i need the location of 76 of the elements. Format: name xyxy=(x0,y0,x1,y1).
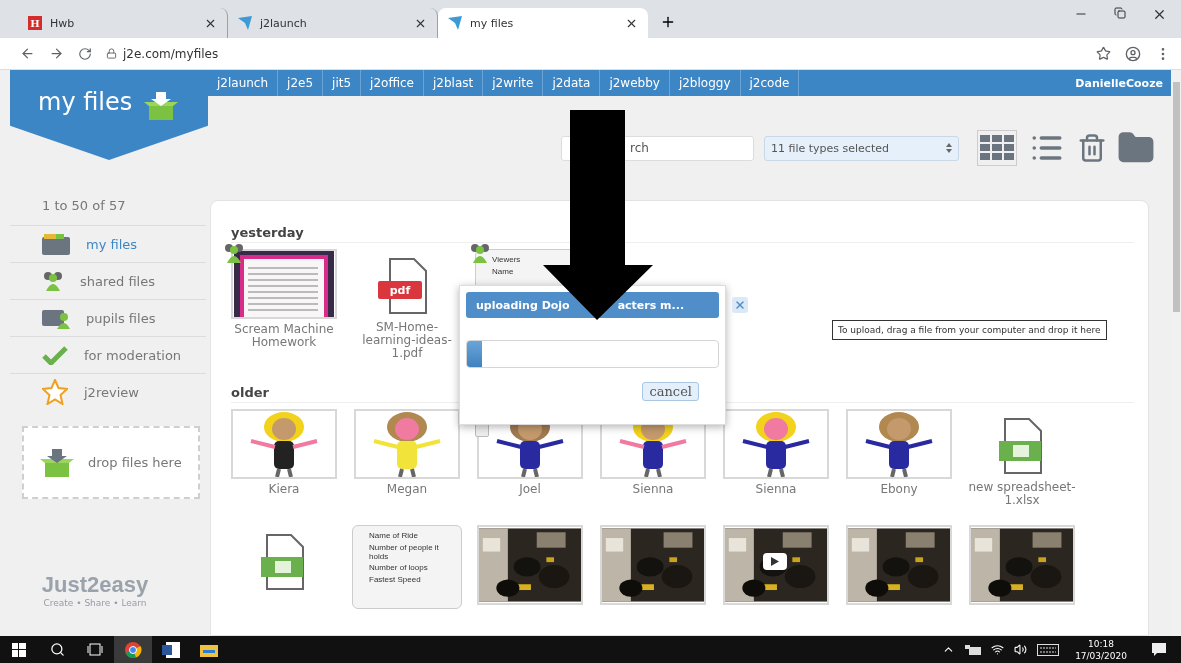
close-button[interactable] xyxy=(732,297,749,313)
keyboard-icon[interactable] xyxy=(1037,643,1060,656)
file-name: SM-Home-learning-ideas-1.pdf xyxy=(361,321,453,361)
file-name: Sienna xyxy=(631,482,675,496)
file-name: Scream Machine Homework xyxy=(233,323,335,350)
trash-icon[interactable] xyxy=(1077,133,1107,163)
logo: Just2easy xyxy=(41,572,149,598)
file-type-select[interactable]: 11 file types selected xyxy=(764,135,959,161)
nav-link[interactable]: j2office xyxy=(361,70,424,96)
new-tab-icon[interactable] xyxy=(660,14,676,30)
cancel-button[interactable]: cancel xyxy=(642,382,699,401)
drop-zone[interactable]: drop files here xyxy=(22,426,200,499)
profile-icon[interactable] xyxy=(1125,45,1141,62)
notification-icon[interactable] xyxy=(1151,642,1167,657)
form-label: Viewers xyxy=(492,256,522,265)
grid-view-button[interactable] xyxy=(977,130,1017,166)
page-title: my files xyxy=(38,88,133,116)
plug-icon[interactable] xyxy=(965,644,982,655)
tick-icon xyxy=(42,345,68,365)
form-label: Name of Ride xyxy=(369,531,419,541)
restore-icon[interactable] xyxy=(1114,6,1126,19)
dialog-title: uploading Dojo xyxy=(476,298,570,312)
upload-box-icon xyxy=(144,92,179,120)
file-name: Joel xyxy=(517,482,542,496)
browser-icon[interactable] xyxy=(114,636,152,663)
wifi-icon[interactable] xyxy=(991,643,1005,656)
folder-icon xyxy=(42,233,70,255)
file-name: Sienna xyxy=(754,482,798,496)
form-label: Number of loops xyxy=(369,564,429,574)
form-label: Fastest Speed xyxy=(369,576,422,585)
browser-tab[interactable]: my files xyxy=(438,8,648,38)
bird-icon xyxy=(448,16,462,30)
nav-link[interactable]: j2launch xyxy=(208,70,279,96)
star-icon[interactable] xyxy=(1096,46,1111,61)
nav-link[interactable]: j2e5 xyxy=(278,70,324,96)
form-label: Name xyxy=(492,267,515,277)
file-name: new spreadsheet-1.xlsx xyxy=(967,480,1077,507)
star-icon xyxy=(42,379,68,405)
bird-icon xyxy=(238,16,252,30)
upload-box-icon xyxy=(40,448,74,477)
sidebar-item[interactable]: shared files xyxy=(10,262,206,299)
updown-icon xyxy=(946,143,952,153)
form-label: Number of people it holds xyxy=(369,543,440,562)
volume-icon[interactable] xyxy=(1014,643,1028,656)
nav-link[interactable]: jit5 xyxy=(323,70,362,96)
document-thumbnail[interactable] xyxy=(231,249,337,319)
drop-label: drop files here xyxy=(88,455,182,470)
nav-link[interactable]: j2write xyxy=(483,70,544,96)
file-name: Megan xyxy=(385,482,429,496)
lock-icon xyxy=(106,48,117,59)
back-icon[interactable] xyxy=(20,46,35,61)
nav-link[interactable]: j2data xyxy=(543,70,601,96)
sidebar-item[interactable]: for moderation xyxy=(10,336,206,373)
tagline: Create • Share • Learn xyxy=(43,598,147,608)
sidebar-item[interactable]: my files xyxy=(10,225,206,262)
file-name: Ebony xyxy=(879,482,919,496)
reload-icon[interactable] xyxy=(78,46,92,61)
close-icon xyxy=(734,299,747,311)
nav-link[interactable]: j2code xyxy=(740,70,800,96)
tooltip: To upload, drag a file from your computer and drop it here xyxy=(832,320,1107,340)
folder-with-person-icon xyxy=(42,307,70,329)
sidebar-item[interactable]: pupils files xyxy=(10,299,206,336)
group-icon xyxy=(42,271,64,291)
site-icon: H xyxy=(28,16,42,30)
user-name[interactable]: DanielleCooze xyxy=(1075,76,1171,90)
nav-link[interactable]: j2blast xyxy=(424,70,484,96)
nav-link[interactable]: j2bloggy xyxy=(669,70,741,96)
clock-date[interactable]: 17/03/2020 xyxy=(1075,649,1127,662)
nav-link[interactable]: j2webby xyxy=(600,70,670,96)
sidebar-item[interactable]: j2review xyxy=(10,373,206,410)
dialog-title: acters m... xyxy=(617,298,685,312)
forward-icon[interactable] xyxy=(49,46,64,61)
file-count: 1 to 50 of 57 xyxy=(42,198,127,213)
form-thumbnail[interactable]: Name of Ride Number of people it holds Number of loops Fastest Speed xyxy=(352,524,462,609)
clock-time[interactable]: 10:18 xyxy=(1088,637,1115,650)
file-name: Kiera xyxy=(267,482,301,496)
